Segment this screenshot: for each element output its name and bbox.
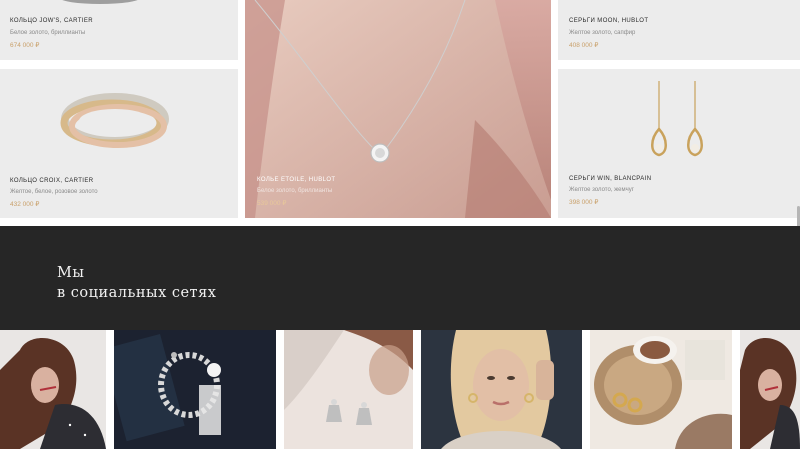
- product-description: Белое золото, бриллианты: [10, 30, 86, 36]
- trinity-ring-image: [60, 93, 169, 148]
- product-card-jows-ring[interactable]: КОЛЬЦО JOW'S, CARTIER Белое золото, брил…: [0, 0, 238, 60]
- social-heading-line1: Мы: [57, 265, 85, 281]
- product-price: 408 000 ₽: [569, 42, 599, 49]
- product-card-moon-earrings[interactable]: СЕРЬГИ MOON, HUBLOT Желтое золото, сапфи…: [558, 0, 800, 60]
- product-description: Желтое, белое, розовое золото: [10, 189, 98, 195]
- product-description: Желтое золото, сапфир: [569, 30, 636, 36]
- necklace-model-photo: [245, 0, 551, 218]
- coffee-earrings-photo: [590, 330, 732, 449]
- pearl-bracelet-photo: [114, 330, 276, 449]
- product-grid: КОЛЬЦО JOW'S, CARTIER Белое золото, брил…: [0, 0, 800, 226]
- product-price: 398 000 ₽: [569, 199, 599, 206]
- social-heading-line2: в социальных сетях: [57, 285, 217, 301]
- blonde-woman-photo: [421, 330, 582, 449]
- gallery-tile-3[interactable]: [284, 330, 413, 449]
- product-name: КОЛЬЕ ETOILE, HUBLOT: [257, 177, 336, 183]
- product-description: Белое золото, бриллианты: [257, 188, 333, 194]
- social-section: Мы в социальных сетях: [0, 226, 800, 330]
- gallery-tile-1[interactable]: [0, 330, 106, 449]
- gallery-tile-4[interactable]: [421, 330, 582, 449]
- product-price: 432 000 ₽: [10, 201, 40, 208]
- product-card-croix-ring[interactable]: КОЛЬЦО CROIX, CARTIER Желтое, белое, роз…: [0, 69, 238, 218]
- product-name: СЕРЬГИ WIN, BLANCPAIN: [569, 176, 652, 182]
- product-description: Желтое золото, жемчуг: [569, 187, 634, 193]
- gallery-tile-2[interactable]: [114, 330, 276, 449]
- social-heading: Мы в социальных сетях: [57, 263, 216, 303]
- product-price: 674 000 ₽: [10, 42, 40, 49]
- product-card-etoile-necklace[interactable]: КОЛЬЕ ETOILE, HUBLOT Белое золото, брилл…: [245, 0, 551, 218]
- gallery-tile-5[interactable]: [590, 330, 732, 449]
- woman-portrait-photo: [0, 330, 106, 449]
- product-card-win-earrings[interactable]: СЕРЬГИ WIN, BLANCPAIN Желтое золото, жем…: [558, 69, 800, 218]
- product-name: СЕРЬГИ MOON, HUBLOT: [569, 18, 649, 24]
- pearl-earrings-image: [651, 81, 703, 157]
- silver-earrings-photo: [284, 330, 413, 449]
- social-gallery: [0, 330, 800, 449]
- product-name: КОЛЬЦО CROIX, CARTIER: [10, 178, 94, 184]
- product-price: 539 000 ₽: [257, 200, 287, 207]
- gallery-tile-6[interactable]: [740, 330, 800, 449]
- woman-portrait-photo: [740, 330, 800, 449]
- product-name: КОЛЬЦО JOW'S, CARTIER: [10, 18, 93, 24]
